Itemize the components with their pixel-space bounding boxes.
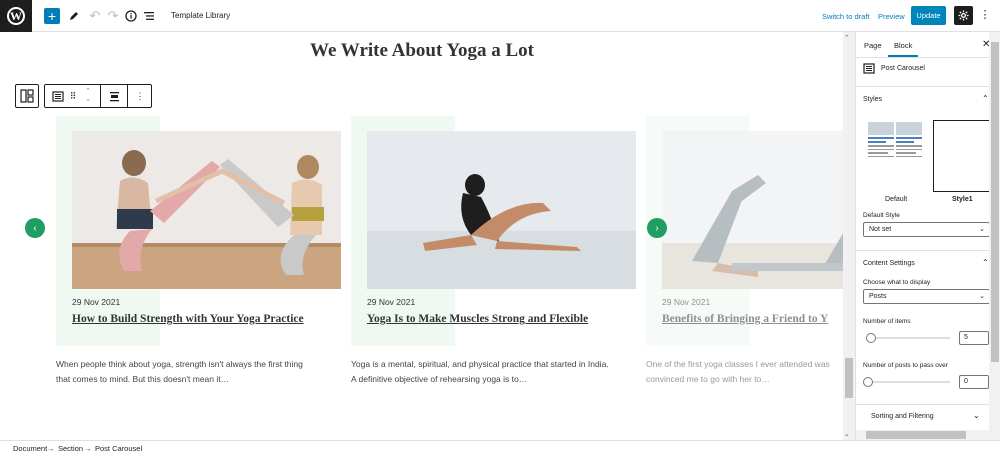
settings-sidebar: Page Block ✕ Post Carousel Styles ⌃ Defa…: [855, 32, 1000, 440]
scroll-up-arrow-icon[interactable]: ⌃: [844, 34, 850, 42]
post-title-link[interactable]: Benefits of Bringing a Friend to Y: [662, 313, 828, 325]
scroll-down-arrow-icon[interactable]: ⌄: [844, 430, 850, 438]
wordpress-logo-letter: W: [7, 7, 25, 25]
block-name: Post Carousel: [881, 65, 925, 72]
style-label-style1: Style1: [952, 196, 973, 203]
pass-over-label: Number of posts to pass over: [863, 362, 948, 369]
items-number-input[interactable]: 5: [959, 331, 989, 345]
display-value: Posts: [869, 293, 887, 300]
sidebar-horizontal-scrollbar[interactable]: [856, 430, 989, 440]
post-excerpt: Yoga is a mental, spiritual, and physica…: [351, 357, 631, 387]
chevron-down-icon[interactable]: ⌄: [973, 411, 980, 420]
chevron-up-icon[interactable]: ⌃: [982, 94, 989, 103]
settings-gear-icon[interactable]: [954, 6, 973, 25]
canvas-scroll-thumb[interactable]: [845, 358, 853, 398]
content-settings-heading[interactable]: Content Settings: [863, 260, 915, 267]
post-title-link[interactable]: How to Build Strength with Your Yoga Pra…: [72, 313, 304, 325]
edit-pencil-icon[interactable]: [66, 8, 82, 24]
style-option-default[interactable]: [866, 120, 924, 192]
page-title[interactable]: We Write About Yoga a Lot: [0, 40, 844, 62]
post-title-link[interactable]: Yoga Is to Make Muscles Strong and Flexi…: [367, 313, 588, 325]
excerpt-line: One of the first yoga classes I ever att…: [646, 359, 830, 369]
move-up-down-icon[interactable]: ⌃ ⌄: [81, 85, 95, 107]
post-image[interactable]: [662, 131, 855, 289]
carousel-prev-arrow-icon[interactable]: ‹: [25, 218, 45, 238]
more-options-icon[interactable]: ⋮: [979, 8, 991, 24]
block-options-icon[interactable]: ⋮: [131, 85, 149, 107]
post-excerpt: One of the first yoga classes I ever att…: [646, 357, 855, 387]
align-icon[interactable]: [105, 85, 123, 107]
chevron-up-icon[interactable]: ⌃: [982, 258, 989, 267]
info-icon[interactable]: [123, 8, 139, 24]
breadcrumb-document[interactable]: Document: [13, 444, 47, 453]
redo-icon[interactable]: ↷: [105, 8, 121, 24]
sidebar-scroll-thumb[interactable]: [991, 42, 999, 362]
post-date: 29 Nov 2021: [367, 297, 416, 307]
tab-block[interactable]: Block: [887, 41, 919, 57]
breadcrumb-section[interactable]: Section: [58, 444, 83, 453]
default-style-label: Default Style: [863, 212, 900, 219]
switch-to-draft-button[interactable]: Switch to draft: [822, 12, 870, 21]
layout-icon: [20, 89, 34, 103]
items-range-knob[interactable]: [866, 333, 876, 343]
breadcrumb-post-carousel[interactable]: Post Carousel: [95, 444, 142, 453]
carousel-next-arrow-icon[interactable]: ›: [647, 218, 667, 238]
excerpt-line: When people think about yoga, strength i…: [56, 359, 303, 369]
pass-over-range-track[interactable]: [870, 381, 950, 383]
block-breadcrumb: Document → Section → Post Carousel: [0, 440, 1000, 453]
parent-block-selector[interactable]: [15, 84, 39, 108]
post-carousel-block-icon[interactable]: [49, 85, 67, 107]
styles-panel-heading[interactable]: Styles: [863, 96, 882, 103]
breadcrumb-separator: →: [47, 444, 55, 453]
preview-button[interactable]: Preview: [878, 12, 905, 21]
post-carousel-icon: [863, 63, 875, 74]
default-style-value: Not set: [869, 226, 892, 233]
drag-handle-icon[interactable]: ⠿: [67, 85, 79, 107]
wordpress-logo-icon[interactable]: W: [0, 0, 32, 32]
editor-canvas: We Write About Yoga a Lot ⠿ ⌃ ⌄ ⋮ 29 Nov…: [0, 32, 855, 440]
post-image[interactable]: [367, 131, 636, 289]
update-button[interactable]: Update: [911, 6, 946, 25]
sidebar-scrollbar[interactable]: [989, 32, 1000, 440]
excerpt-line: Yoga is a mental, spiritual, and physica…: [351, 359, 609, 369]
block-toolbar: ⠿ ⌃ ⌄ ⋮: [44, 84, 152, 108]
chevron-down-icon: ⌄: [979, 226, 985, 233]
pass-over-range-knob[interactable]: [863, 377, 873, 387]
items-range-track[interactable]: [870, 337, 950, 339]
sidebar-tabs: Page Block ✕: [856, 32, 990, 58]
undo-icon[interactable]: ↶: [87, 8, 103, 24]
style-label-default: Default: [885, 196, 908, 203]
excerpt-line: convinced me to go with her to…: [646, 374, 770, 384]
post-date: 29 Nov 2021: [72, 297, 121, 307]
pass-over-number-input[interactable]: 0: [959, 375, 989, 389]
display-label: Choose what to display: [863, 279, 931, 286]
sorting-filtering-heading[interactable]: Sorting and Filtering: [871, 413, 934, 420]
hscroll-thumb[interactable]: [866, 431, 966, 439]
excerpt-line: A definitive objective of rehearsing yog…: [351, 374, 528, 384]
list-view-icon[interactable]: [141, 8, 157, 24]
style-option-style1[interactable]: [933, 120, 991, 192]
post-image[interactable]: [72, 131, 341, 289]
default-style-select[interactable]: Not set ⌄: [863, 222, 990, 237]
add-block-button[interactable]: +: [44, 8, 60, 24]
tab-page[interactable]: Page: [864, 41, 882, 50]
post-date: 29 Nov 2021: [662, 297, 711, 307]
chevron-down-icon: ⌄: [979, 293, 985, 300]
items-label: Number of items: [863, 318, 911, 325]
editor-header: W + ↶ ↷ Template Library Switch to draft…: [0, 0, 1000, 32]
breadcrumb-separator: →: [84, 444, 92, 453]
excerpt-line: that comes to mind. But this doesn't mea…: [56, 374, 230, 384]
canvas-scrollbar[interactable]: ⌃ ⌄: [843, 32, 855, 440]
block-card: Post Carousel: [863, 63, 925, 74]
post-excerpt: When people think about yoga, strength i…: [56, 357, 336, 387]
display-select[interactable]: Posts ⌄: [863, 289, 990, 304]
document-title[interactable]: Template Library: [171, 11, 230, 20]
